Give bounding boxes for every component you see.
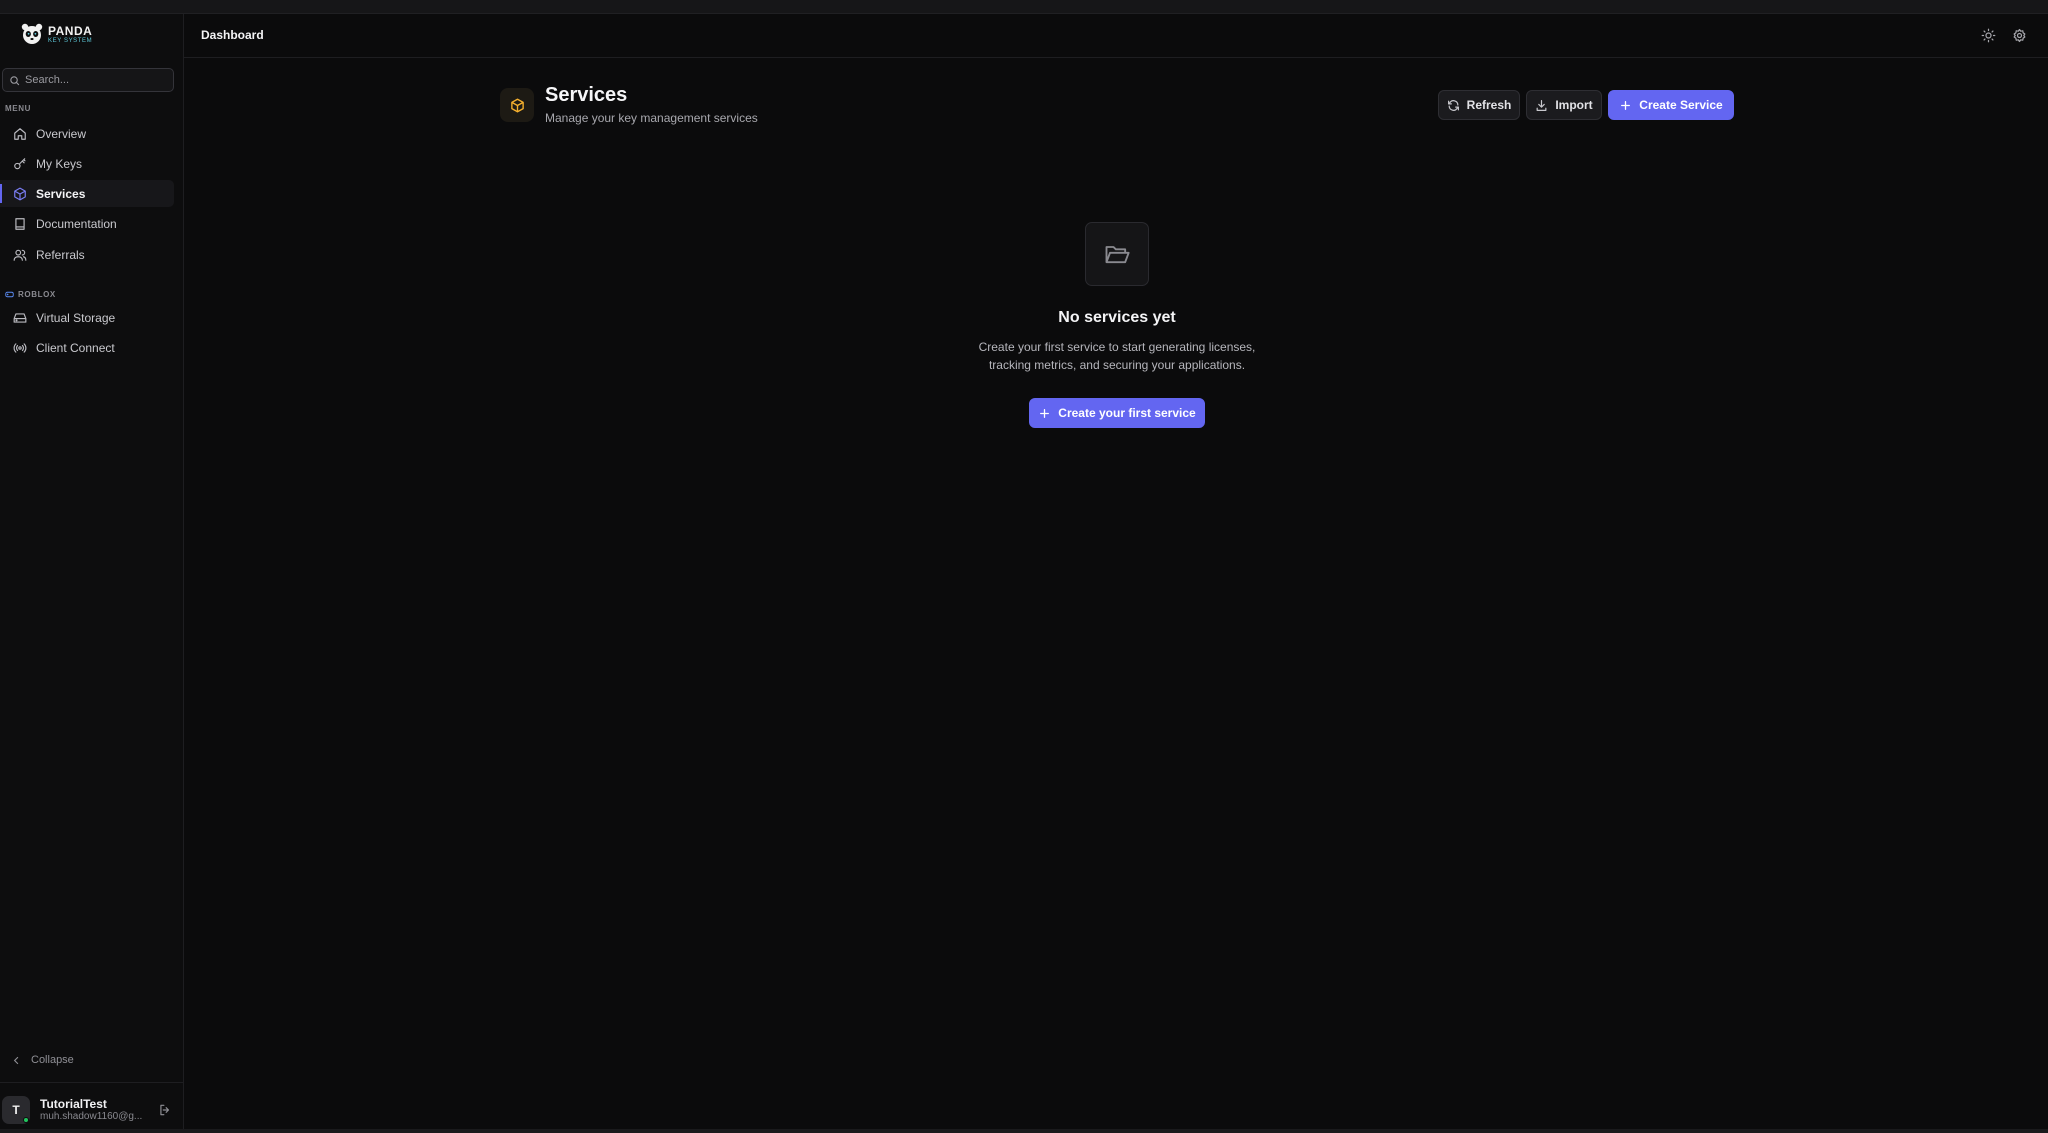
create-service-button[interactable]: Create Service	[1608, 90, 1734, 120]
empty-state-title: No services yet	[1058, 309, 1176, 326]
search-box	[2, 68, 174, 92]
gamepad-icon	[5, 291, 14, 298]
roblox-section-label: ROBLOX	[5, 290, 56, 299]
sun-icon[interactable]	[1981, 28, 1996, 43]
chevron-left-icon	[13, 1056, 19, 1064]
window-bottom-strip	[0, 1129, 2048, 1133]
online-status-dot	[23, 1117, 29, 1123]
logout-icon[interactable]	[158, 1103, 172, 1117]
sidebar-item-label: Client Connect	[36, 340, 115, 355]
window-top-strip	[0, 0, 2048, 14]
sidebar-item-services[interactable]: Services	[0, 180, 174, 207]
user-name: TutorialTest	[40, 1096, 107, 1111]
user-email: muh.shadow1160@g...	[40, 1111, 143, 1123]
broadcast-icon	[13, 342, 27, 353]
roblox-label-text: ROBLOX	[18, 290, 56, 299]
avatar: T	[2, 1096, 30, 1124]
sidebar-item-label: Documentation	[36, 216, 117, 231]
services-page-icon	[500, 88, 534, 122]
logo[interactable]: PANDA KEY SYSTEM	[20, 22, 92, 46]
avatar-initial: T	[12, 1103, 20, 1117]
cube-icon	[14, 187, 26, 200]
refresh-icon	[1447, 99, 1459, 111]
top-header: Dashboard	[184, 14, 2048, 58]
search-icon	[10, 75, 20, 85]
empty-state-description: Create your first service to start gener…	[966, 338, 1268, 374]
empty-state-icon	[1085, 222, 1149, 286]
search-input[interactable]	[25, 74, 165, 86]
download-icon	[1536, 99, 1547, 111]
collapse-label: Collapse	[31, 1054, 74, 1066]
menu-section-label: MENU	[5, 104, 31, 113]
sidebar-item-my-keys[interactable]: My Keys	[0, 150, 174, 177]
plus-icon	[1040, 408, 1050, 418]
sidebar-item-client-connect[interactable]: Client Connect	[0, 334, 174, 361]
import-button[interactable]: Import	[1526, 90, 1602, 120]
sidebar-item-overview[interactable]: Overview	[0, 120, 174, 147]
sidebar-item-label: Services	[36, 186, 86, 201]
sidebar-item-referrals[interactable]: Referrals	[0, 241, 174, 268]
sidebar-item-label: Overview	[36, 126, 87, 141]
empty-state-line-2: tracking metrics, and securing your appl…	[988, 358, 1246, 372]
sidebar: PANDA KEY SYSTEM MENU Overview My Keys S…	[0, 14, 184, 1129]
logo-subtitle: KEY SYSTEM	[48, 37, 93, 44]
users-icon	[13, 249, 27, 261]
folder-open-icon	[1105, 246, 1130, 264]
sidebar-item-label: Referrals	[36, 247, 85, 262]
collapse-button[interactable]: Collapse	[12, 1054, 74, 1066]
sidebar-divider	[0, 1082, 183, 1083]
sidebar-item-label: My Keys	[36, 156, 83, 171]
page-subtitle: Manage your key management services	[545, 111, 758, 125]
sidebar-item-documentation[interactable]: Documentation	[0, 210, 174, 237]
plus-icon	[1621, 100, 1631, 110]
panda-logo-icon	[21, 23, 43, 44]
cube-icon	[510, 98, 524, 112]
create-service-label: Create Service	[1639, 98, 1723, 112]
import-label: Import	[1555, 98, 1593, 112]
create-first-service-button[interactable]: Create your first service	[1029, 398, 1205, 428]
page-title: Services	[545, 84, 628, 106]
refresh-button[interactable]: Refresh	[1438, 90, 1520, 120]
gear-icon[interactable]	[2012, 28, 2027, 43]
user-card[interactable]: T TutorialTest muh.shadow1160@g...	[2, 1092, 180, 1128]
logo-title: PANDA	[48, 23, 93, 38]
header-title: Dashboard	[201, 28, 264, 42]
home-icon	[14, 127, 26, 140]
book-icon	[15, 217, 25, 230]
refresh-label: Refresh	[1466, 98, 1512, 112]
empty-state-line-1: Create your first service to start gener…	[978, 340, 1256, 354]
create-first-service-label: Create your first service	[1058, 406, 1196, 420]
key-icon	[14, 157, 26, 169]
